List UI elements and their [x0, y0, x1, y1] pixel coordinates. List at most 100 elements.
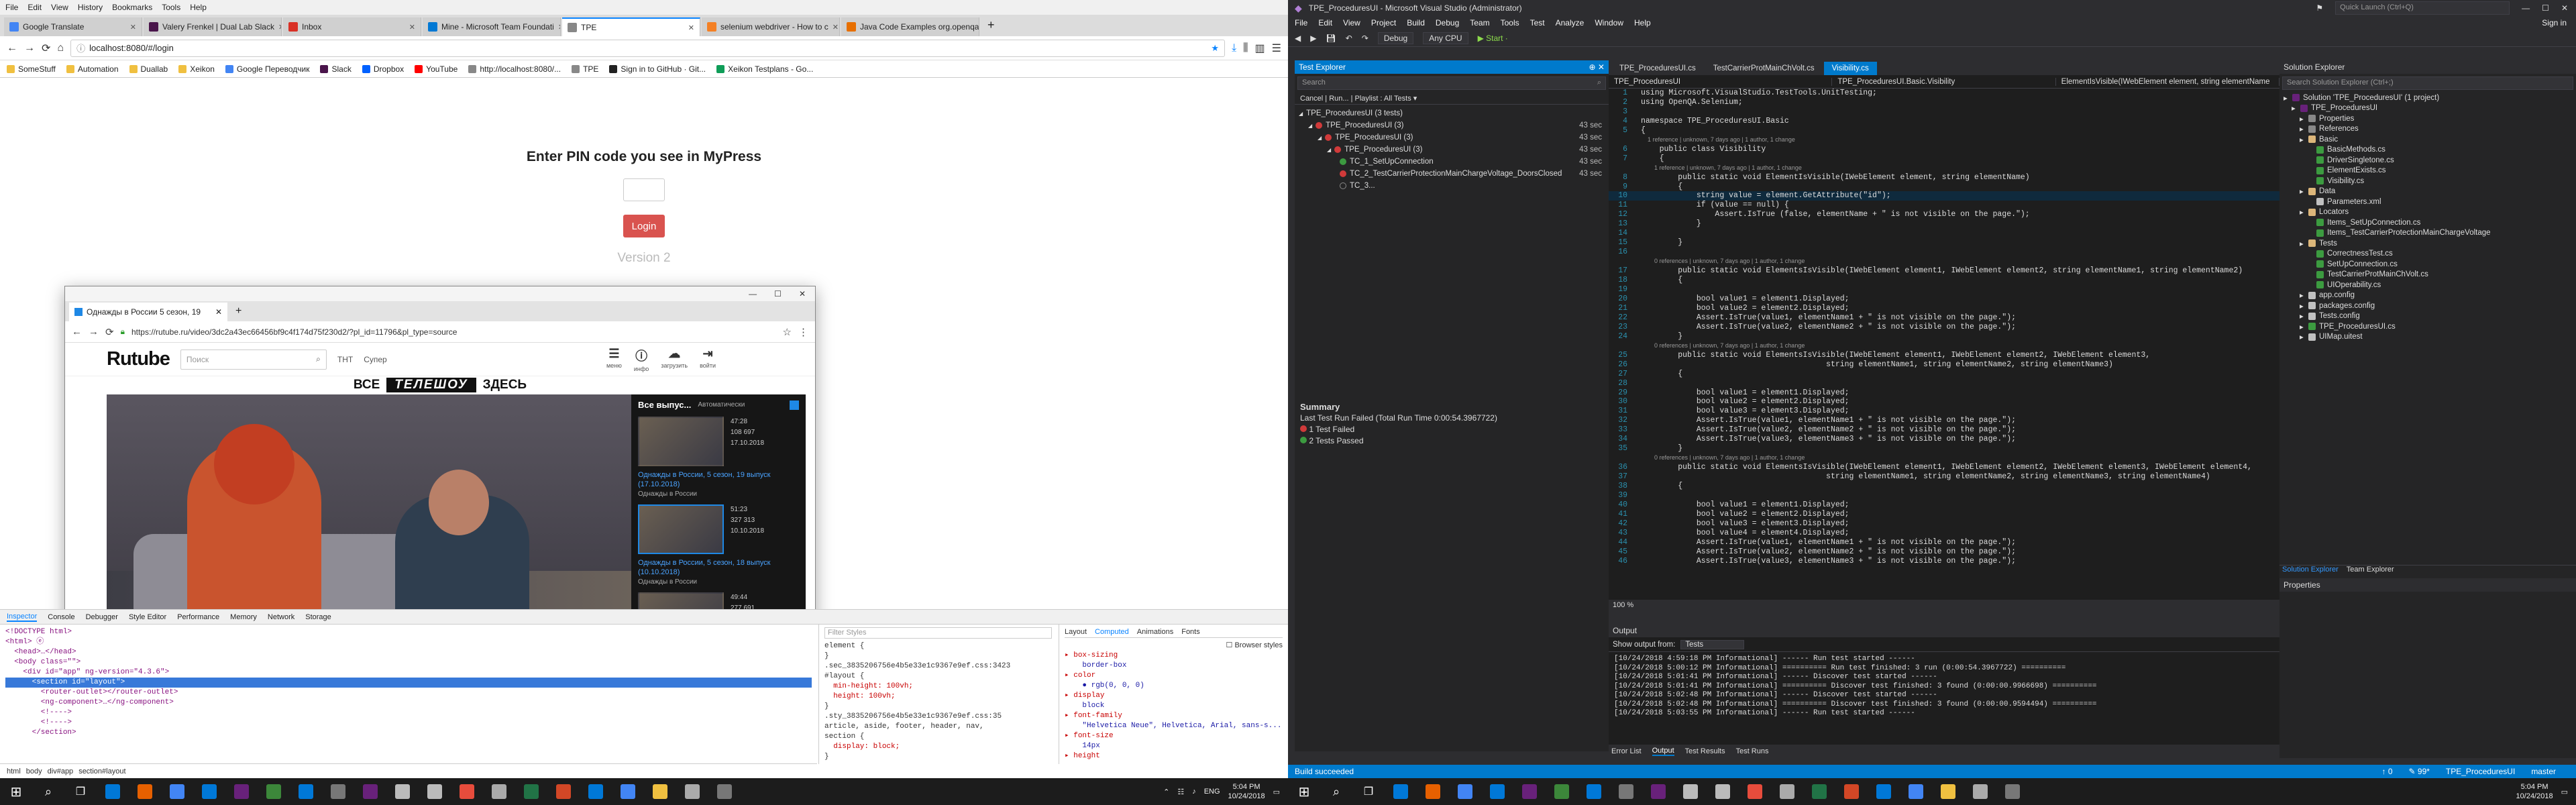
url-bar[interactable]: ⓘ localhost:8080/#/login ★: [70, 39, 1226, 57]
clock[interactable]: 5:04 PM 10/24/2018: [1228, 782, 1265, 801]
dom-node[interactable]: <!---->: [5, 718, 812, 728]
expand-arrow-icon[interactable]: ▸: [2284, 93, 2289, 103]
clock[interactable]: 5:04 PM 10/24/2018: [2516, 782, 2553, 801]
test-row[interactable]: ◢ TPE_ProceduresUI (3 tests): [1295, 107, 1609, 119]
forward-icon[interactable]: →: [89, 326, 99, 337]
taskbar-app-icon[interactable]: [1771, 778, 1803, 805]
taskbar-app-icon[interactable]: [1546, 778, 1578, 805]
taskbar-app-icon[interactable]: [1707, 778, 1739, 805]
solution-item[interactable]: Items_TestCarrierProtectionMainChargeVol…: [2284, 228, 2576, 239]
editor-nav-dropdown[interactable]: TPE_ProceduresUI.Basic.Visibility: [1832, 77, 2056, 86]
code-area[interactable]: 1 using Microsoft.VisualStudio.TestTools.…: [1609, 89, 2279, 600]
taskbar-app-icon[interactable]: [258, 778, 290, 805]
solution-item[interactable]: ▸ Data: [2284, 186, 2576, 197]
taskbar-app-icon[interactable]: [515, 778, 547, 805]
taskbar-app-icon[interactable]: [354, 778, 386, 805]
solution-item[interactable]: ▸ Locators: [2284, 207, 2576, 218]
menu-icon[interactable]: ⋮: [798, 326, 808, 338]
menu-item-1[interactable]: Edit: [28, 3, 42, 12]
reload-icon[interactable]: ⟳: [42, 42, 50, 55]
computed-tab[interactable]: Fonts: [1181, 627, 1200, 637]
dom-node[interactable]: <html> ⓔ: [5, 637, 812, 647]
taskbar-app-icon[interactable]: [1417, 778, 1449, 805]
test-search[interactable]: Search ⌕: [1297, 76, 1606, 90]
rutube-link-super[interactable]: Супер: [364, 355, 387, 364]
dom-node[interactable]: <router-outlet></router-outlet>: [5, 688, 812, 698]
card-thumbnail[interactable]: [638, 504, 724, 554]
solution-item[interactable]: ▸ Basic: [2284, 134, 2576, 145]
pin-icon[interactable]: ⊕ ✕: [1589, 62, 1605, 72]
test-row[interactable]: ◢ TPE_ProceduresUI (3) 43 sec: [1295, 144, 1609, 156]
vs-menu-item[interactable]: Help: [1634, 18, 1651, 28]
bookmark-item[interactable]: YouTube: [415, 64, 458, 74]
back-icon[interactable]: ←: [72, 326, 82, 337]
taskbar-app-icon[interactable]: [1803, 778, 1835, 805]
menu-item-3[interactable]: History: [78, 3, 103, 12]
save-icon[interactable]: 💾︎: [1326, 34, 1336, 43]
codelens[interactable]: 1 reference | unknown, 7 days ago | 1 au…: [1609, 136, 2279, 145]
close-icon[interactable]: ✕: [799, 289, 806, 299]
taskbar-app-icon[interactable]: [1739, 778, 1771, 805]
taskbar-app-icon[interactable]: [1610, 778, 1642, 805]
failed-count[interactable]: 1 Test Failed: [1300, 424, 1603, 435]
taskbar-app-icon[interactable]: [708, 778, 741, 805]
solution-bottom-tab[interactable]: Solution Explorer: [2282, 566, 2339, 577]
tab-close-icon[interactable]: ✕: [833, 23, 839, 32]
bookmark-item[interactable]: http://localhost:8080/...: [468, 64, 561, 74]
taskbar-app-icon[interactable]: [547, 778, 580, 805]
editor-nav-dropdown[interactable]: ElementIsVisible(IWebElement element, st…: [2056, 77, 2279, 86]
dom-node[interactable]: </section>: [5, 728, 812, 738]
bookmark-item[interactable]: Sign in to GitHub · Git...: [609, 64, 706, 74]
solution-item[interactable]: Items_SetUpConnection.cs: [2284, 217, 2576, 228]
taskbar-app-icon[interactable]: [1868, 778, 1900, 805]
notifications-flag-icon[interactable]: ⚑: [2316, 3, 2323, 13]
quick-launch[interactable]: Quick Launch (Ctrl+Q): [2335, 1, 2510, 15]
dom-node[interactable]: <div id="app" ng-version="4.3.6">: [5, 667, 812, 678]
taskbar-app-icon[interactable]: [1449, 778, 1481, 805]
rutube-search[interactable]: Поиск ⌕: [180, 349, 327, 370]
expand-arrow-icon[interactable]: ▸: [2300, 124, 2305, 133]
star-icon[interactable]: ☆: [783, 326, 792, 338]
devtools-tab[interactable]: Memory: [230, 613, 257, 621]
taskbar-app-icon[interactable]: [161, 778, 193, 805]
language-indicator[interactable]: ENG: [1204, 788, 1220, 796]
taskbar-app-icon[interactable]: [612, 778, 644, 805]
test-row[interactable]: ◢ TPE_ProceduresUI (3) 43 sec: [1295, 119, 1609, 131]
rutube-header-item[interactable]: ☁ загрузить: [661, 347, 688, 372]
autoplay-toggle-icon[interactable]: [790, 400, 799, 410]
passed-count[interactable]: 2 Tests Passed: [1300, 435, 1603, 447]
solution-item[interactable]: ▸ packages.config: [2284, 301, 2576, 311]
vs-menu-item[interactable]: File: [1295, 18, 1307, 28]
taskbar-app-icon[interactable]: [1578, 778, 1610, 805]
maximize-icon[interactable]: ☐: [774, 289, 782, 299]
codelens[interactable]: 1 reference | unknown, 7 days ago | 1 au…: [1609, 164, 2279, 173]
devtools-tab[interactable]: Inspector: [7, 612, 38, 622]
taskbar-app-icon[interactable]: [322, 778, 354, 805]
volume-icon[interactable]: ♪: [1192, 788, 1196, 796]
solution-item[interactable]: SetUpConnection.cs: [2284, 259, 2576, 270]
editor-tab[interactable]: TPE_ProceduresUI.cs: [1611, 62, 1704, 75]
dom-node[interactable]: <ng-component>…</ng-component>: [5, 698, 812, 708]
expand-arrow-icon[interactable]: ▸: [2300, 186, 2305, 196]
back-icon[interactable]: ←: [7, 42, 17, 54]
taskbar-app-icon[interactable]: [1513, 778, 1546, 805]
expand-arrow-icon[interactable]: ▸: [2300, 135, 2305, 144]
bookmark-item[interactable]: Dropbox: [362, 64, 404, 74]
forward-icon[interactable]: →: [24, 42, 35, 54]
browser-tab[interactable]: Java Code Examples org.openqa.s✕: [841, 17, 979, 36]
bottom-tab[interactable]: Output: [1652, 747, 1674, 756]
config-select[interactable]: Debug: [1377, 32, 1414, 44]
solution-item[interactable]: ▸ TPE_ProceduresUI: [2284, 103, 2576, 114]
expand-arrow-icon[interactable]: ▸: [2292, 103, 2297, 113]
expand-arrow-icon[interactable]: ◢: [1318, 135, 1322, 141]
bookmark-item[interactable]: Google Переводчик: [225, 64, 309, 74]
card-channel[interactable]: Однажды в России: [638, 578, 799, 586]
vs-menu-item[interactable]: Tools: [1501, 18, 1519, 28]
browser-tab[interactable]: Mine - Microsoft Team Foundati ✕: [423, 17, 561, 36]
solution-item[interactable]: BasicMethods.cs: [2284, 145, 2576, 156]
network-icon[interactable]: ☷: [1177, 788, 1184, 796]
expand-arrow-icon[interactable]: ▸: [2300, 207, 2305, 217]
solution-item[interactable]: ▸ Tests.config: [2284, 311, 2576, 322]
editor-tab[interactable]: Visibility.cs: [1823, 62, 1877, 75]
solution-item[interactable]: ▸ Solution 'TPE_ProceduresUI' (1 project): [2284, 93, 2576, 103]
